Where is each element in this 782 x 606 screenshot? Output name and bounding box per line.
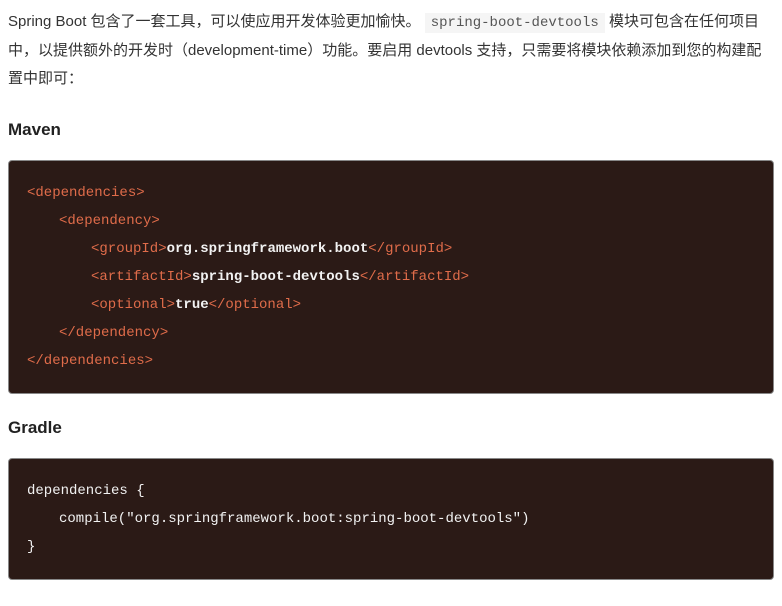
xml-tag: </optional>: [209, 297, 301, 313]
code-line: <optional>true</optional>: [27, 291, 755, 319]
code-line: <dependency>: [27, 207, 755, 235]
xml-tag: </artifactId>: [360, 269, 469, 285]
gradle-text: compile("org.springframework.boot:spring…: [59, 511, 529, 527]
code-line: compile("org.springframework.boot:spring…: [27, 505, 755, 533]
xml-tag: </dependency>: [59, 325, 168, 341]
xml-tag: </groupId>: [368, 241, 452, 257]
xml-tag: <groupId>: [91, 241, 167, 257]
xml-tag: <dependency>: [59, 213, 160, 229]
gradle-text: }: [27, 539, 35, 555]
code-line: </dependency>: [27, 319, 755, 347]
gradle-text: dependencies {: [27, 483, 145, 499]
gradle-code-block: dependencies { compile("org.springframew…: [8, 458, 774, 580]
xml-tag: <artifactId>: [91, 269, 192, 285]
inline-code-devtools: spring-boot-devtools: [425, 13, 605, 33]
xml-text: spring-boot-devtools: [192, 269, 360, 285]
code-line: }: [27, 533, 755, 561]
code-line: dependencies {: [27, 477, 755, 505]
maven-code-block: <dependencies> <dependency> <groupId>org…: [8, 160, 774, 394]
intro-paragraph: Spring Boot 包含了一套工具，可以使应用开发体验更加愉快。 sprin…: [8, 8, 774, 94]
code-line: <artifactId>spring-boot-devtools</artifa…: [27, 263, 755, 291]
intro-text-a: Spring Boot 包含了一套工具，可以使应用开发体验更加愉快。: [8, 13, 421, 30]
gradle-heading: Gradle: [8, 412, 774, 444]
xml-tag: <dependencies>: [27, 185, 145, 201]
xml-text: true: [175, 297, 209, 313]
code-line: <dependencies>: [27, 179, 755, 207]
xml-tag: </dependencies>: [27, 353, 153, 369]
code-line: </dependencies>: [27, 347, 755, 375]
maven-heading: Maven: [8, 114, 774, 146]
xml-text: org.springframework.boot: [167, 241, 369, 257]
xml-tag: <optional>: [91, 297, 175, 313]
code-line: <groupId>org.springframework.boot</group…: [27, 235, 755, 263]
